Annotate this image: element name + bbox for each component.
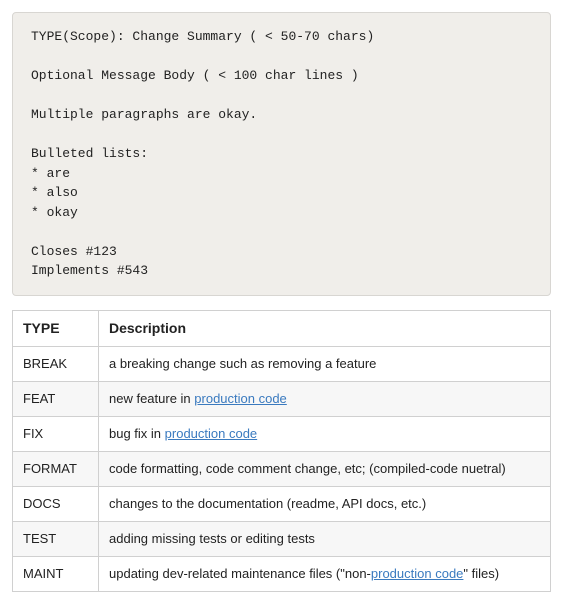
table-row: DOCS changes to the documentation (readm… <box>13 486 551 521</box>
header-description: Description <box>99 310 551 346</box>
type-cell: FORMAT <box>13 451 99 486</box>
type-cell: MAINT <box>13 556 99 591</box>
desc-text: updating dev-related maintenance files (… <box>109 566 371 581</box>
code-line: * okay <box>31 205 78 220</box>
desc-cell: updating dev-related maintenance files (… <box>99 556 551 591</box>
desc-text: new feature in <box>109 391 194 406</box>
desc-text: " files) <box>463 566 499 581</box>
code-line: * also <box>31 185 78 200</box>
desc-cell: a breaking change such as removing a fea… <box>99 346 551 381</box>
code-line: TYPE(Scope): Change Summary ( < 50-70 ch… <box>31 29 374 44</box>
code-line: Implements #543 <box>31 263 148 278</box>
type-cell: FEAT <box>13 381 99 416</box>
table-row: TEST adding missing tests or editing tes… <box>13 521 551 556</box>
production-code-link[interactable]: production code <box>371 566 464 581</box>
production-code-link[interactable]: production code <box>165 426 258 441</box>
table-row: FEAT new feature in production code <box>13 381 551 416</box>
type-cell: DOCS <box>13 486 99 521</box>
table-row: BREAK a breaking change such as removing… <box>13 346 551 381</box>
table-row: FIX bug fix in production code <box>13 416 551 451</box>
table-header-row: TYPE Description <box>13 310 551 346</box>
desc-cell: code formatting, code comment change, et… <box>99 451 551 486</box>
type-cell: TEST <box>13 521 99 556</box>
desc-cell: changes to the documentation (readme, AP… <box>99 486 551 521</box>
table-row: FORMAT code formatting, code comment cha… <box>13 451 551 486</box>
code-line: Optional Message Body ( < 100 char lines… <box>31 68 359 83</box>
code-line: Bulleted lists: <box>31 146 148 161</box>
code-line: Multiple paragraphs are okay. <box>31 107 257 122</box>
desc-cell: bug fix in production code <box>99 416 551 451</box>
code-line: * are <box>31 166 70 181</box>
header-type: TYPE <box>13 310 99 346</box>
desc-text: bug fix in <box>109 426 165 441</box>
code-line: Closes #123 <box>31 244 117 259</box>
type-cell: BREAK <box>13 346 99 381</box>
type-cell: FIX <box>13 416 99 451</box>
production-code-link[interactable]: production code <box>194 391 287 406</box>
type-table: TYPE Description BREAK a breaking change… <box>12 310 551 592</box>
table-row: MAINT updating dev-related maintenance f… <box>13 556 551 591</box>
desc-cell: adding missing tests or editing tests <box>99 521 551 556</box>
desc-cell: new feature in production code <box>99 381 551 416</box>
commit-format-code-block: TYPE(Scope): Change Summary ( < 50-70 ch… <box>12 12 551 296</box>
